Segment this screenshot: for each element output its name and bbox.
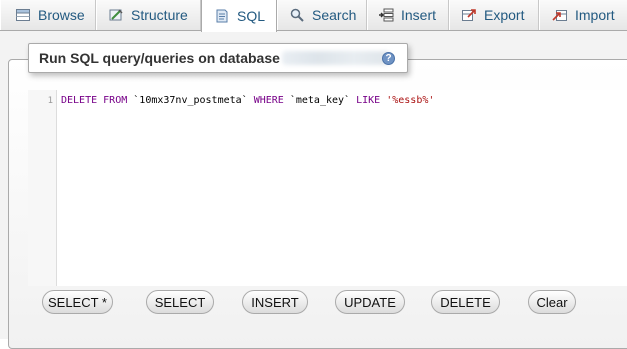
- browse-table-icon: [15, 7, 31, 23]
- editor-gutter: 1: [28, 90, 57, 286]
- structure-icon: [108, 7, 124, 23]
- line-number: 1: [47, 96, 53, 106]
- sql-keyword: DELETE: [61, 95, 98, 106]
- magnifier-icon: [289, 7, 305, 23]
- sql-panel-title-text: Run SQL query/queries on database: [39, 50, 280, 66]
- tab-insert[interactable]: Insert: [367, 0, 449, 30]
- database-name-redacted: [281, 51, 390, 65]
- tab-import-label: Import: [575, 7, 615, 23]
- tab-export[interactable]: Export: [449, 0, 539, 30]
- sql-query-text[interactable]: DELETE FROM `10mx37nv_postmeta` WHERE `m…: [61, 95, 434, 106]
- sql-keyword: FROM: [103, 95, 128, 106]
- insert-button[interactable]: INSERT: [242, 290, 308, 314]
- sql-editor[interactable]: 1 DELETE FROM `10mx37nv_postmeta` WHERE …: [28, 90, 627, 286]
- tab-insert-label: Insert: [401, 7, 437, 23]
- sql-keyword: LIKE: [356, 95, 381, 106]
- sql-document-icon: [214, 8, 230, 24]
- sql-keyword: WHERE: [253, 95, 284, 106]
- tab-search-label: Search: [312, 7, 357, 23]
- tab-structure-label: Structure: [131, 7, 188, 23]
- tab-export-label: Export: [484, 7, 525, 23]
- tab-browse-label: Browse: [38, 7, 85, 23]
- help-icon[interactable]: ?: [382, 52, 395, 65]
- tab-import[interactable]: Import: [539, 0, 627, 30]
- main-content: Run SQL query/queries on database ? 1 DE…: [0, 31, 627, 349]
- sql-column-name: `meta_key`: [289, 95, 351, 106]
- clear-button[interactable]: Clear: [528, 290, 576, 314]
- update-button[interactable]: UPDATE: [335, 290, 405, 314]
- tab-sql[interactable]: SQL: [201, 0, 277, 32]
- select-button[interactable]: SELECT: [146, 290, 214, 314]
- tab-bar: Browse Structure SQL Search Insert Expor…: [0, 0, 627, 32]
- select-star-button[interactable]: SELECT *: [42, 290, 113, 314]
- import-icon: [552, 7, 568, 23]
- insert-row-icon: [378, 7, 394, 23]
- tab-sql-label: SQL: [237, 8, 266, 24]
- sql-table-name: `10mx37nv_postmeta`: [133, 95, 248, 106]
- export-icon: [461, 7, 477, 23]
- tab-search[interactable]: Search: [277, 0, 367, 30]
- tab-structure[interactable]: Structure: [96, 0, 201, 30]
- sql-string-value: '%essb%': [386, 95, 435, 106]
- tab-browse[interactable]: Browse: [0, 0, 96, 30]
- sql-panel-title: Run SQL query/queries on database ?: [28, 43, 408, 73]
- delete-button[interactable]: DELETE: [431, 290, 500, 314]
